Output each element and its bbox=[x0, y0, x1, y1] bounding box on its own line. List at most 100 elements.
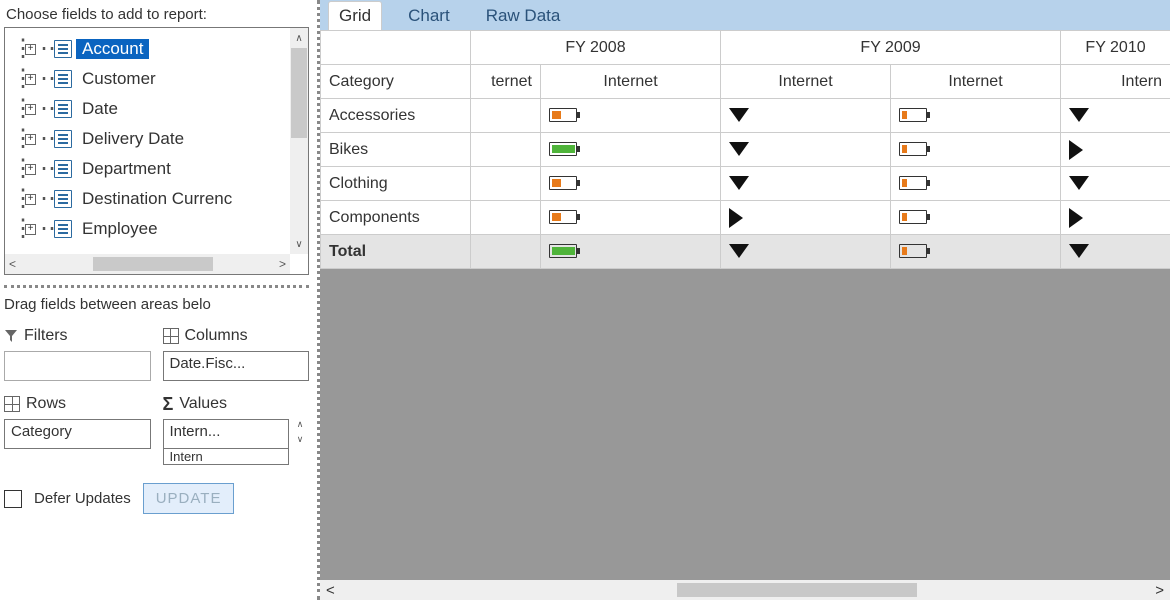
rows-area[interactable]: Rows Category bbox=[4, 393, 151, 465]
data-cell[interactable] bbox=[1061, 235, 1170, 269]
data-cell[interactable] bbox=[721, 133, 891, 167]
data-cell[interactable] bbox=[541, 201, 721, 235]
panel-footer: Defer Updates UPDATE bbox=[4, 483, 309, 514]
scroll-up-icon[interactable]: ∧ bbox=[290, 28, 308, 48]
values-scroll[interactable]: ∧ ∨ bbox=[291, 419, 309, 449]
expand-icon[interactable]: + bbox=[25, 134, 36, 145]
year-header[interactable]: FY 2010 bbox=[1061, 31, 1170, 65]
scroll-left-icon[interactable]: < bbox=[326, 582, 335, 599]
values-item-2[interactable]: Intern bbox=[170, 449, 203, 464]
columns-area[interactable]: Columns Date.Fisc... bbox=[163, 325, 310, 381]
total-row[interactable]: Total bbox=[321, 235, 1170, 269]
scroll-down-icon[interactable]: ∨ bbox=[290, 234, 308, 254]
data-cell[interactable] bbox=[1061, 133, 1170, 167]
field-item[interactable]: ⋮+⋯Destination Currenc bbox=[9, 184, 304, 214]
expand-icon[interactable]: + bbox=[25, 104, 36, 115]
scroll-left-icon[interactable]: < bbox=[9, 257, 16, 271]
field-item[interactable]: ⋮+⋯Account bbox=[9, 34, 304, 64]
data-cell[interactable] bbox=[471, 201, 541, 235]
col-header[interactable]: Internet bbox=[541, 65, 721, 99]
data-cell[interactable] bbox=[541, 133, 721, 167]
table-row[interactable]: Accessories bbox=[321, 99, 1170, 133]
data-cell[interactable] bbox=[1061, 99, 1170, 133]
data-cell[interactable] bbox=[471, 235, 541, 269]
expand-icon[interactable]: + bbox=[25, 224, 36, 235]
values-area[interactable]: Σ Values Intern... Intern ∧ ∨ bbox=[163, 393, 310, 465]
field-list-hscrollbar[interactable]: < > bbox=[5, 254, 290, 274]
data-cell[interactable] bbox=[891, 235, 1061, 269]
values-item-1[interactable]: Intern... bbox=[170, 423, 221, 440]
hscroll-thumb[interactable] bbox=[677, 583, 917, 597]
table-row[interactable]: Clothing bbox=[321, 167, 1170, 201]
field-item[interactable]: ⋮+⋯Customer bbox=[9, 64, 304, 94]
field-item[interactable]: ⋮+⋯Department bbox=[9, 154, 304, 184]
field-label[interactable]: Date bbox=[76, 99, 124, 119]
year-header[interactable]: FY 2009 bbox=[721, 31, 1061, 65]
field-label[interactable]: Account bbox=[76, 39, 149, 59]
row-label[interactable]: Bikes bbox=[321, 133, 471, 167]
hscroll-thumb[interactable] bbox=[93, 257, 213, 271]
rows-item[interactable]: Category bbox=[11, 423, 72, 440]
filters-area[interactable]: Filters bbox=[4, 325, 151, 381]
expand-icon[interactable]: + bbox=[25, 164, 36, 175]
data-cell[interactable] bbox=[1061, 201, 1170, 235]
field-item[interactable]: ⋮+⋯Date bbox=[9, 94, 304, 124]
field-label[interactable]: Delivery Date bbox=[76, 129, 190, 149]
data-cell[interactable] bbox=[721, 235, 891, 269]
scroll-up-icon[interactable]: ∧ bbox=[291, 419, 309, 434]
columns-dropzone[interactable]: Date.Fisc... bbox=[163, 351, 310, 381]
table-row[interactable]: Bikes bbox=[321, 133, 1170, 167]
scroll-right-icon[interactable]: > bbox=[279, 257, 286, 271]
table-row[interactable]: Components bbox=[321, 201, 1170, 235]
field-item[interactable]: ⋮+⋯Delivery Date bbox=[9, 124, 304, 154]
col-header[interactable]: Internet bbox=[721, 65, 891, 99]
data-cell[interactable] bbox=[891, 201, 1061, 235]
values-dropzone-1[interactable]: Intern... bbox=[163, 419, 290, 449]
data-cell[interactable] bbox=[471, 99, 541, 133]
data-cell[interactable] bbox=[541, 167, 721, 201]
data-cell[interactable] bbox=[1061, 167, 1170, 201]
field-list-vscrollbar[interactable]: ∧ ∨ bbox=[290, 28, 308, 254]
col-header[interactable]: Internet bbox=[891, 65, 1061, 99]
data-cell[interactable] bbox=[721, 99, 891, 133]
data-cell[interactable] bbox=[891, 99, 1061, 133]
row-label[interactable]: Clothing bbox=[321, 167, 471, 201]
columns-item[interactable]: Date.Fisc... bbox=[170, 355, 246, 372]
tab-grid[interactable]: Grid bbox=[328, 1, 382, 30]
expand-icon[interactable]: + bbox=[25, 74, 36, 85]
tab-raw-data[interactable]: Raw Data bbox=[476, 2, 571, 30]
data-cell[interactable] bbox=[541, 99, 721, 133]
scroll-down-icon[interactable]: ∨ bbox=[291, 434, 309, 449]
data-cell[interactable] bbox=[541, 235, 721, 269]
expand-icon[interactable]: + bbox=[25, 194, 36, 205]
data-cell[interactable] bbox=[721, 167, 891, 201]
filters-dropzone[interactable] bbox=[4, 351, 151, 381]
row-label[interactable]: Components bbox=[321, 201, 471, 235]
values-dropzone-2[interactable]: Intern bbox=[163, 449, 290, 465]
data-cell[interactable] bbox=[471, 167, 541, 201]
field-list[interactable]: ⋮+⋯Account⋮+⋯Customer⋮+⋯Date⋮+⋯Delivery … bbox=[5, 28, 308, 246]
category-header[interactable]: Category bbox=[321, 65, 471, 99]
field-label[interactable]: Department bbox=[76, 159, 177, 179]
field-label[interactable]: Destination Currenc bbox=[76, 189, 238, 209]
defer-updates-checkbox[interactable] bbox=[4, 490, 22, 508]
field-label[interactable]: Customer bbox=[76, 69, 162, 89]
year-header[interactable]: FY 2008 bbox=[471, 31, 721, 65]
field-item[interactable]: ⋮+⋯Employee bbox=[9, 214, 304, 244]
scroll-thumb[interactable] bbox=[291, 48, 307, 138]
row-label[interactable]: Accessories bbox=[321, 99, 471, 133]
data-cell[interactable] bbox=[721, 201, 891, 235]
grid-hscrollbar[interactable]: < > bbox=[320, 580, 1170, 600]
update-button[interactable]: UPDATE bbox=[143, 483, 235, 514]
field-label[interactable]: Employee bbox=[76, 219, 164, 239]
data-cell[interactable] bbox=[891, 167, 1061, 201]
scroll-right-icon[interactable]: > bbox=[1155, 582, 1164, 599]
tab-chart[interactable]: Chart bbox=[398, 2, 460, 30]
pivot-grid[interactable]: FY 2008 FY 2009 FY 2010 Category ternet … bbox=[320, 30, 1170, 269]
expand-icon[interactable]: + bbox=[25, 44, 36, 55]
rows-dropzone[interactable]: Category bbox=[4, 419, 151, 449]
data-cell[interactable] bbox=[891, 133, 1061, 167]
data-cell[interactable] bbox=[471, 133, 541, 167]
col-header[interactable]: ternet bbox=[471, 65, 541, 99]
col-header[interactable]: Intern bbox=[1061, 65, 1170, 99]
